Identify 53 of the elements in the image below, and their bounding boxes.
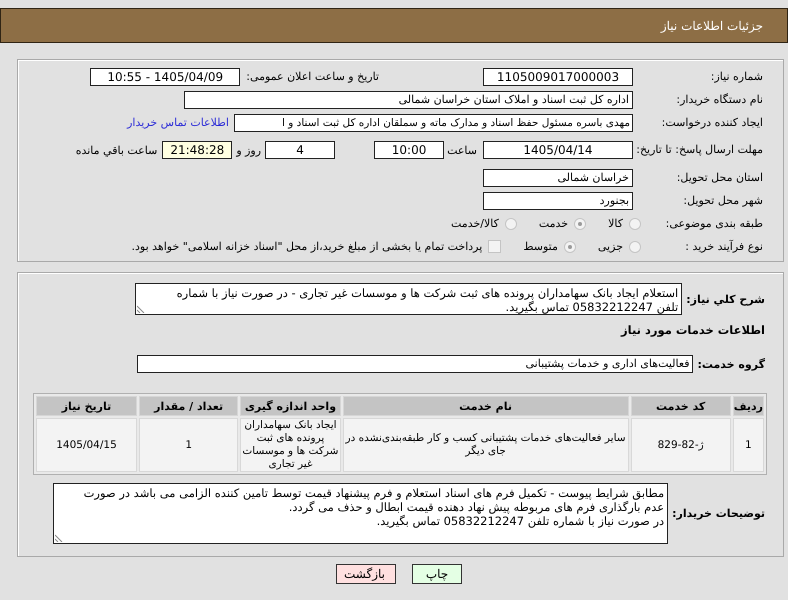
contact-link[interactable]: اطلاعات تماس خریدار: [127, 116, 229, 129]
resize-grip-icon[interactable]: [55, 534, 63, 542]
column-header: کد خدمت: [630, 396, 731, 416]
field-label: طبقه بندی موضوعی:: [666, 216, 763, 230]
back-button[interactable]: بازگشت: [336, 564, 396, 584]
summary-textarea[interactable]: استعلام ایجاد بانک سهامداران پرونده های ثبت شرکت ها و موسسات غیر تجاری - در صورت نیاز با شماره تلفن 05832212247 تماس بگیرید.: [135, 283, 682, 315]
days-left-field[interactable]: 4: [265, 141, 336, 159]
need-number-field[interactable]: 1105009017000003: [483, 68, 633, 86]
print-button[interactable]: چاپ: [412, 564, 462, 584]
table-cell: 1405/04/15: [36, 418, 137, 472]
column-header: واحد اندازه گیری: [240, 396, 341, 416]
section-heading: اطلاعات خدمات مورد نیاز: [621, 323, 765, 339]
column-header: تعداد / مقدار: [139, 396, 238, 416]
field-label: شماره نیاز:: [710, 70, 763, 82]
field-label: نام دستگاه خریدار:: [676, 92, 763, 106]
header-title: جزئیات اطلاعات نیاز: [660, 18, 763, 32]
field-label: نوع فرآیند خرید :: [685, 240, 763, 252]
deadline-time-field[interactable]: 10:00: [374, 141, 444, 159]
radio-label: کالا/خدمت: [451, 217, 499, 230]
table-cell: 1: [732, 418, 764, 472]
radio-label: جزیی: [598, 240, 623, 253]
field-label: توضیحات خریدار:: [672, 507, 765, 520]
table-cell: ژ-82-829: [630, 418, 731, 472]
service-group-field[interactable]: فعالیت‌های اداری و خدمات پشتیبانی: [137, 355, 694, 373]
city-field[interactable]: بجنورد: [483, 192, 633, 210]
column-header: نام خدمت: [342, 396, 629, 416]
hours-left-field[interactable]: 21:48:28: [162, 141, 232, 159]
table-cell: 1: [139, 418, 238, 472]
radio-label: خدمت: [538, 217, 568, 230]
field-label: تاریخ و ساعت اعلان عمومی:: [246, 70, 379, 83]
table-cell: سایر فعالیت‌های خدمات پشتیبانی کسب و کار طبقه‌بندی‌نشده در جای دیگر: [342, 418, 629, 472]
days-label: روز و: [236, 144, 262, 156]
column-header: ردیف: [732, 396, 764, 416]
radio-label: کالا: [608, 217, 623, 230]
deadline-date-field[interactable]: 1405/04/14: [483, 141, 633, 159]
field-label: مهلت ارسال پاسخ: تا تاریخ:: [636, 143, 763, 156]
time-label: ساعت: [447, 144, 477, 156]
field-label: استان محل تحویل:: [676, 170, 763, 184]
announce-date-field[interactable]: 1405/04/09 - 10:55: [90, 68, 240, 86]
province-field[interactable]: خراسان شمالی: [483, 168, 633, 186]
checkbox-label: پرداخت تمام یا بخشی از مبلغ خرید،از محل "اسناد خزانه اسلامی" خواهد بود.: [132, 240, 482, 253]
field-label: ایجاد کننده درخواست:: [662, 116, 763, 128]
hours-left-label: ساعت باقي مانده: [76, 144, 158, 156]
field-label: شرح کلي نیاز:: [686, 292, 765, 306]
resize-grip-icon[interactable]: [137, 305, 145, 313]
table-cell: ایجاد بانک سهامداران پرونده های ثبت شرکت ها و موسسات غیر تجاری: [240, 418, 341, 472]
requester-field[interactable]: مهدی باسره مسئول حفظ اسناد و مدارک ماته و سملقان اداره کل ثبت اسناد و ا: [234, 114, 633, 132]
radio-label: متوسط: [523, 240, 558, 253]
column-header: تاریخ نیاز: [36, 396, 137, 416]
notes-textarea[interactable]: مطابق شرایط پیوست - تکمیل فرم های اسناد استعلام و فرم پیشنهاد قیمت توسط تامین کننده الزامی می باشد در صورت عدم بارگذاری فرم های مربوطه پیش نهاد دهنده قیمت ابطال و حذف می گردد. در صورت نیاز با شماره تلفن 05832212247 تماس بگیرید.: [53, 483, 668, 544]
buyer-org-field[interactable]: اداره کل ثبت اسناد و املاک استان خراسان شمالی: [184, 90, 633, 108]
field-label: شهر محل تحویل:: [683, 194, 763, 206]
field-label: گروه خدمت:: [697, 358, 765, 370]
